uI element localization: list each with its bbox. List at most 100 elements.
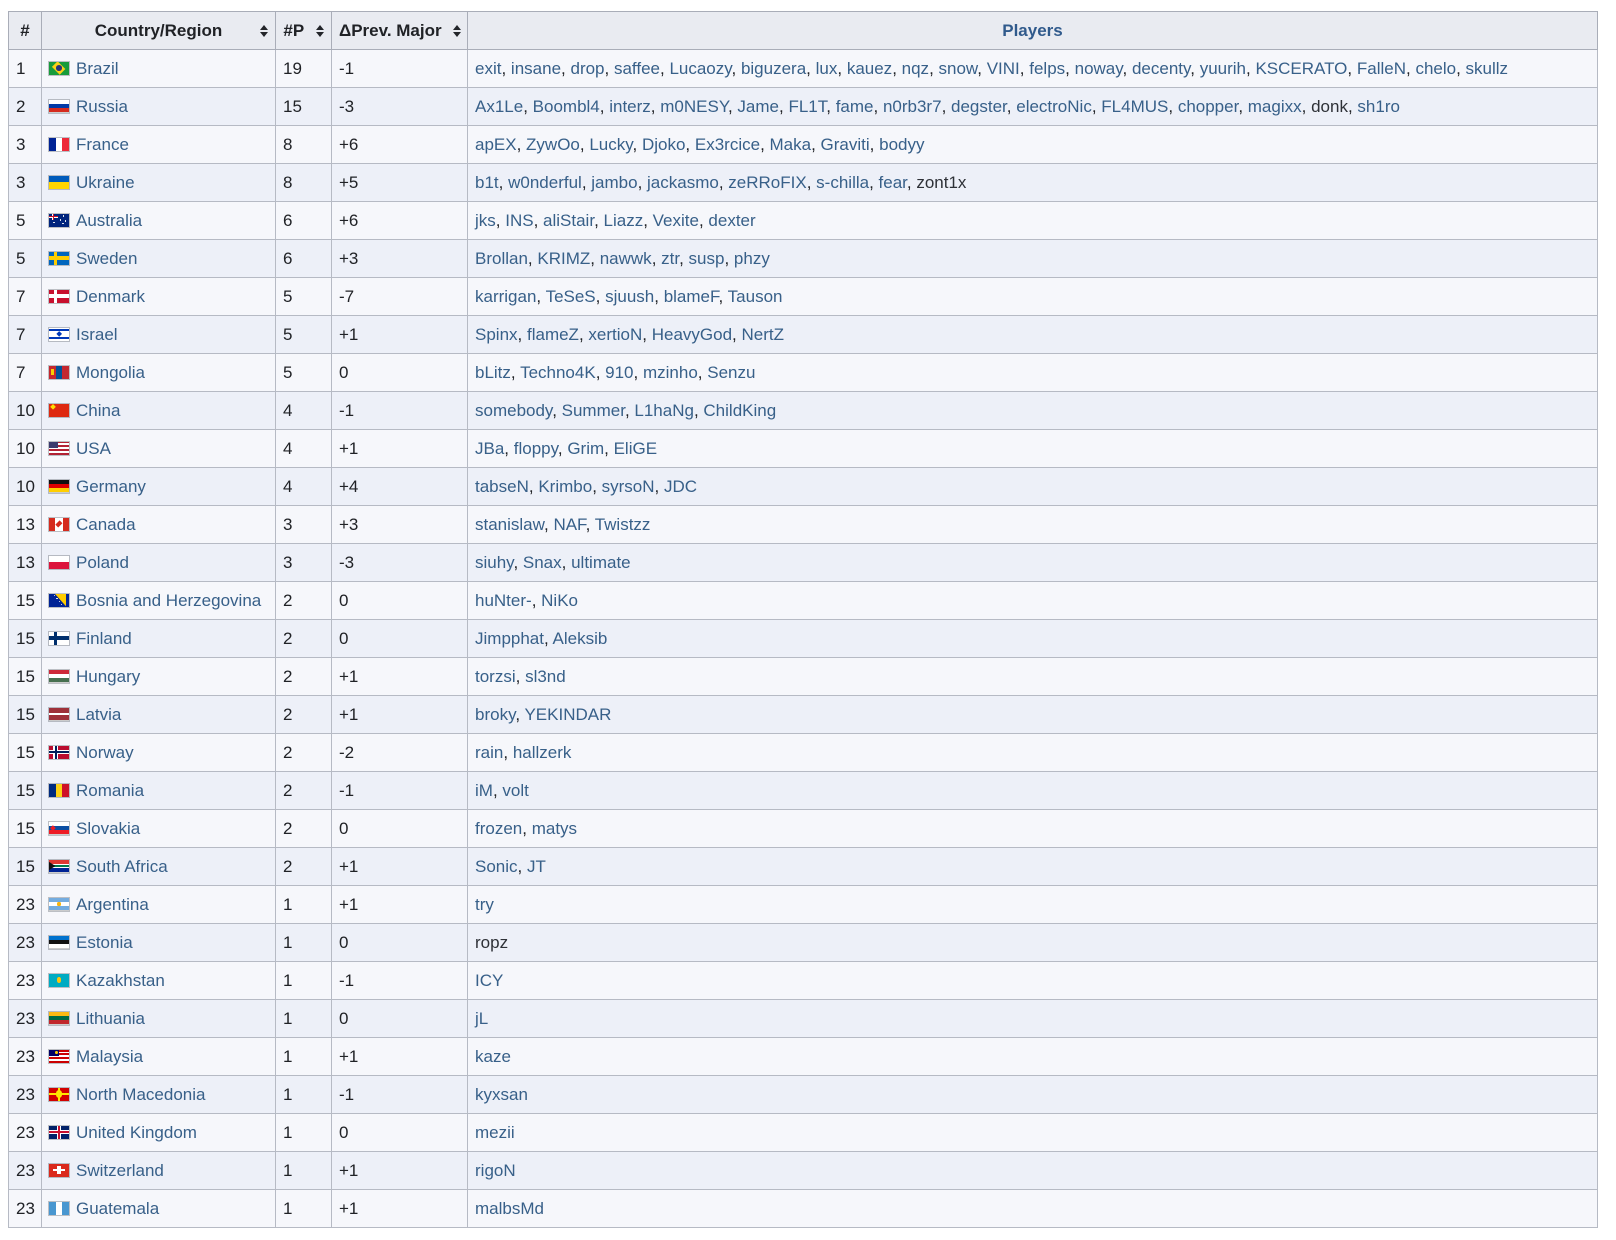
player-link[interactable]: volt [502, 781, 528, 800]
player-link[interactable]: NertZ [742, 325, 785, 344]
country-link[interactable]: Norway [76, 743, 134, 762]
header-delta[interactable]: ΔPrev. Major [332, 12, 468, 50]
player-link[interactable]: JT [527, 857, 546, 876]
player-link[interactable]: Brollan [475, 249, 528, 268]
player-link[interactable]: Sonic [475, 857, 518, 876]
player-link[interactable]: stanislaw [475, 515, 544, 534]
country-link[interactable]: Estonia [76, 933, 133, 952]
country-link[interactable]: Denmark [76, 287, 145, 306]
player-link[interactable]: JDC [664, 477, 697, 496]
country-link[interactable]: Hungary [76, 667, 140, 686]
country-link[interactable]: Israel [76, 325, 118, 344]
country-link[interactable]: Russia [76, 97, 128, 116]
player-link[interactable]: electroNic [1016, 97, 1092, 116]
player-link[interactable]: noway [1075, 59, 1123, 78]
player-link[interactable]: insane [511, 59, 561, 78]
player-link[interactable]: NiKo [541, 591, 578, 610]
player-link[interactable]: KRIMZ [537, 249, 590, 268]
player-link[interactable]: chopper [1178, 97, 1239, 116]
player-link[interactable]: Tauson [728, 287, 783, 306]
player-link[interactable]: Ax1Le [475, 97, 523, 116]
player-link[interactable]: HeavyGod [652, 325, 732, 344]
player-link[interactable]: KSCERATO [1255, 59, 1347, 78]
player-link[interactable]: zeRRoFIX [728, 173, 806, 192]
player-link[interactable]: 910 [605, 363, 633, 382]
player-link[interactable]: yuurih [1200, 59, 1246, 78]
player-link[interactable]: Djoko [642, 135, 685, 154]
country-link[interactable]: Argentina [76, 895, 149, 914]
player-link[interactable]: floppy [514, 439, 558, 458]
player-link[interactable]: FalleN [1357, 59, 1406, 78]
player-link[interactable]: Maka [770, 135, 812, 154]
player-link[interactable]: Vexite [653, 211, 699, 230]
country-link[interactable]: South Africa [76, 857, 168, 876]
player-link[interactable]: felps [1029, 59, 1065, 78]
player-link[interactable]: sjuush [605, 287, 654, 306]
player-link[interactable]: kaze [475, 1047, 511, 1066]
country-link[interactable]: Australia [76, 211, 142, 230]
country-link[interactable]: Bosnia and Herzegovina [76, 591, 261, 610]
player-link[interactable]: Techno4K [520, 363, 596, 382]
player-link[interactable]: bodyy [879, 135, 924, 154]
player-link[interactable]: dexter [708, 211, 755, 230]
player-link[interactable]: magixx [1248, 97, 1302, 116]
player-link[interactable]: sl3nd [525, 667, 566, 686]
player-link[interactable]: kyxsan [475, 1085, 528, 1104]
player-link[interactable]: Spinx [475, 325, 518, 344]
player-link[interactable]: jL [475, 1009, 488, 1028]
player-link[interactable]: Aleksib [553, 629, 608, 648]
player-link[interactable]: nawwk [600, 249, 652, 268]
country-link[interactable]: Slovakia [76, 819, 140, 838]
player-link[interactable]: Grim [567, 439, 604, 458]
player-link[interactable]: jks [475, 211, 496, 230]
country-link[interactable]: Canada [76, 515, 136, 534]
country-link[interactable]: USA [76, 439, 111, 458]
player-link[interactable]: rain [475, 743, 503, 762]
country-link[interactable]: Switzerland [76, 1161, 164, 1180]
player-link[interactable]: exit [475, 59, 501, 78]
header-country[interactable]: Country/Region [42, 12, 276, 50]
player-link[interactable]: chelo [1415, 59, 1456, 78]
player-link[interactable]: Senzu [707, 363, 755, 382]
player-link[interactable]: jackasmo [647, 173, 719, 192]
player-link[interactable]: ztr [661, 249, 679, 268]
player-link[interactable]: Krimbo [538, 477, 592, 496]
player-link[interactable]: susp [689, 249, 725, 268]
player-link[interactable]: FL1T [788, 97, 826, 116]
player-link[interactable]: FL4MUS [1101, 97, 1168, 116]
player-link[interactable]: biguzera [741, 59, 806, 78]
player-link[interactable]: somebody [475, 401, 552, 420]
player-link[interactable]: mezii [475, 1123, 515, 1142]
player-link[interactable]: Graviti [821, 135, 870, 154]
player-link[interactable]: tabseN [475, 477, 529, 496]
player-link[interactable]: hallzerk [513, 743, 572, 762]
player-link[interactable]: syrsoN [602, 477, 655, 496]
sort-icon[interactable] [453, 25, 461, 37]
player-link[interactable]: nqz [902, 59, 929, 78]
player-link[interactable]: saffee [614, 59, 660, 78]
player-link[interactable]: fear [879, 173, 907, 192]
player-link[interactable]: apEX [475, 135, 517, 154]
country-link[interactable]: Germany [76, 477, 146, 496]
player-link[interactable]: b1t [475, 173, 499, 192]
player-link[interactable]: ultimate [571, 553, 631, 572]
player-link[interactable]: Twistzz [595, 515, 651, 534]
player-link[interactable]: drop [570, 59, 604, 78]
player-link[interactable]: ICY [475, 971, 503, 990]
player-link[interactable]: Jame [737, 97, 779, 116]
country-link[interactable]: Finland [76, 629, 132, 648]
player-link[interactable]: frozen [475, 819, 522, 838]
country-link[interactable]: North Macedonia [76, 1085, 205, 1104]
country-link[interactable]: Poland [76, 553, 129, 572]
player-link[interactable]: m0NESY [660, 97, 728, 116]
player-link[interactable]: Ex3rcice [695, 135, 760, 154]
country-link[interactable]: France [76, 135, 129, 154]
player-link[interactable]: s-chilla [816, 173, 869, 192]
player-link[interactable]: rigoN [475, 1161, 516, 1180]
player-link[interactable]: EliGE [614, 439, 657, 458]
player-link[interactable]: matys [532, 819, 577, 838]
player-link[interactable]: bLitz [475, 363, 511, 382]
country-link[interactable]: Sweden [76, 249, 137, 268]
country-link[interactable]: Malaysia [76, 1047, 143, 1066]
player-link[interactable]: Lucaozy [669, 59, 731, 78]
